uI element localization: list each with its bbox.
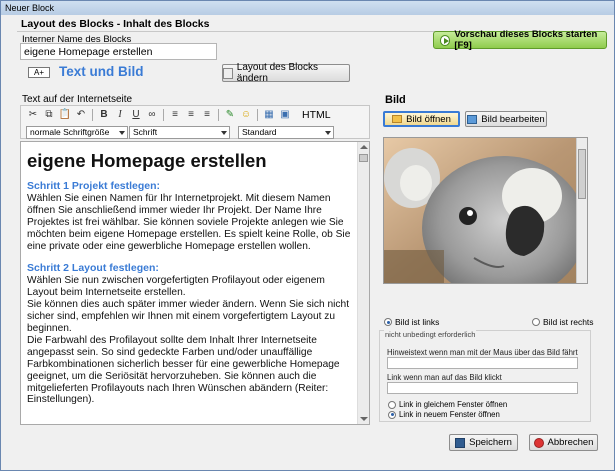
- link-same-window-option[interactable]: Link in gleichem Fenster öffnen: [388, 400, 507, 409]
- cancel-button-label: Abbrechen: [547, 437, 594, 448]
- cancel-icon: [533, 437, 544, 448]
- toolbar-separator: [163, 109, 164, 121]
- bold-icon[interactable]: B: [97, 108, 111, 122]
- font-value: Schrift: [133, 127, 158, 137]
- folder-icon: [392, 115, 403, 123]
- toolbar-separator: [92, 109, 93, 121]
- window-title: Neuer Block: [1, 1, 614, 15]
- radio-icon[interactable]: [532, 318, 540, 326]
- toolbar-separator: [218, 109, 219, 121]
- font-size-select[interactable]: normale Schriftgröße: [26, 126, 128, 139]
- image-preview: [383, 137, 588, 284]
- editor-scrollbar[interactable]: [357, 142, 369, 424]
- editor-heading: eigene Homepage erstellen: [27, 150, 267, 171]
- editor-content[interactable]: eigene Homepage erstellen Schritt 1 Proj…: [27, 150, 353, 406]
- font-size-value: normale Schriftgröße: [30, 127, 110, 137]
- image-insert-icon[interactable]: ▣: [278, 108, 292, 122]
- save-button[interactable]: Speichern: [449, 434, 518, 451]
- hover-text-input[interactable]: [387, 357, 578, 369]
- image-right-option[interactable]: Bild ist rechts: [532, 317, 594, 327]
- link-input[interactable]: [387, 382, 578, 394]
- step1-title: Schritt 1 Projekt festlegen:: [27, 180, 161, 192]
- block-type-label: Text und Bild: [59, 64, 144, 79]
- toolbar-separator: [257, 109, 258, 121]
- image-left-option[interactable]: Bild ist links: [384, 317, 439, 327]
- preview-button-label: Vorschau dieses Blocks starten [F9]: [454, 29, 598, 51]
- step1-text: Wählen Sie einen Namen für Ihr Internetp…: [27, 192, 351, 252]
- chevron-down-icon: [325, 131, 331, 135]
- layout-icon: [223, 67, 233, 79]
- edit-image-button[interactable]: Bild bearbeiten: [465, 111, 547, 127]
- step2-text-2: Sie können dies auch später immer wieder…: [27, 299, 350, 334]
- dialog-window: Neuer Block Layout des Blocks - Inhalt d…: [0, 0, 615, 471]
- chevron-down-icon: [119, 131, 125, 135]
- scroll-thumb[interactable]: [359, 154, 368, 162]
- editor-label: Text auf der Internetseite: [22, 94, 133, 105]
- page-title: Layout des Blocks - Inhalt des Blocks: [21, 18, 210, 30]
- style-value: Standard: [242, 127, 277, 137]
- radio-icon[interactable]: [384, 318, 392, 326]
- block-name-input[interactable]: [20, 43, 217, 60]
- preview-button[interactable]: Vorschau dieses Blocks starten [F9]: [433, 29, 607, 51]
- step2-text-3: Die Farbwahl des Profilayout sollte dem …: [27, 334, 340, 406]
- html-toggle[interactable]: HTML: [302, 109, 331, 121]
- radio-icon[interactable]: [388, 410, 396, 419]
- hover-text-label: Hinweistext wenn man mit der Maus über d…: [387, 348, 578, 357]
- image-section-title: Bild: [385, 94, 406, 106]
- link-icon[interactable]: ∞: [145, 108, 159, 122]
- step2-title: Schritt 2 Layout festlegen:: [27, 262, 159, 275]
- image-left-label: Bild ist links: [395, 317, 440, 327]
- italic-icon[interactable]: I: [113, 108, 127, 122]
- font-select[interactable]: Schrift: [129, 126, 230, 139]
- link-new-window-label: Link in neuem Fenster öffnen: [399, 410, 500, 419]
- link-label: Link wenn man auf das Bild klickt: [387, 373, 502, 382]
- paste-icon[interactable]: 📋: [58, 108, 72, 122]
- align-left-icon[interactable]: ≡: [168, 108, 182, 122]
- style-select[interactable]: Standard: [238, 126, 334, 139]
- image-right-label: Bild ist rechts: [543, 317, 594, 327]
- open-image-label: Bild öffnen: [406, 113, 451, 125]
- chevron-down-icon: [221, 131, 227, 135]
- cancel-button[interactable]: Abbrechen: [529, 434, 598, 451]
- image-edit-icon: [467, 114, 478, 124]
- scroll-down-icon[interactable]: [360, 417, 368, 421]
- scroll-thumb[interactable]: [578, 149, 586, 199]
- text-image-icon: A+: [28, 67, 50, 78]
- step2-text-1: Wählen Sie nun zwischen vorgefertigten P…: [27, 275, 325, 299]
- koala-photo: [384, 138, 586, 283]
- align-center-icon[interactable]: ≡: [184, 108, 198, 122]
- edit-image-label: Bild bearbeiten: [481, 113, 545, 125]
- copy-icon[interactable]: ⧉: [42, 108, 56, 122]
- align-right-icon[interactable]: ≡: [200, 108, 214, 122]
- underline-icon[interactable]: U: [129, 108, 143, 122]
- change-layout-button-label: Layout des Blocks ändern: [236, 62, 318, 84]
- editor-toolbar: ✂ ⧉ 📋 ↶ B I U ∞ ≡ ≡ ≡ ✎ ☺ ▦ ▣ HTML norma…: [20, 105, 370, 139]
- image-scrollbar[interactable]: [576, 138, 587, 283]
- save-icon: [455, 437, 466, 448]
- undo-icon[interactable]: ↶: [74, 108, 88, 122]
- scroll-up-icon[interactable]: [360, 145, 368, 149]
- radio-icon[interactable]: [388, 400, 396, 409]
- link-new-window-option[interactable]: Link in neuem Fenster öffnen: [388, 410, 500, 419]
- optional-group-title: nicht unbedingt erforderlich: [384, 330, 477, 339]
- link-same-window-label: Link in gleichem Fenster öffnen: [399, 400, 508, 409]
- text-editor[interactable]: eigene Homepage erstellen Schritt 1 Proj…: [20, 141, 370, 425]
- save-button-label: Speichern: [469, 437, 512, 448]
- table-icon[interactable]: ▦: [262, 108, 276, 122]
- open-image-button[interactable]: Bild öffnen: [383, 111, 460, 127]
- change-layout-button[interactable]: Layout des Blocks ändern: [222, 62, 350, 84]
- play-icon: [440, 34, 451, 46]
- cut-icon[interactable]: ✂: [26, 108, 40, 122]
- smiley-icon[interactable]: ☺: [239, 108, 253, 122]
- pencil-icon[interactable]: ✎: [223, 108, 237, 122]
